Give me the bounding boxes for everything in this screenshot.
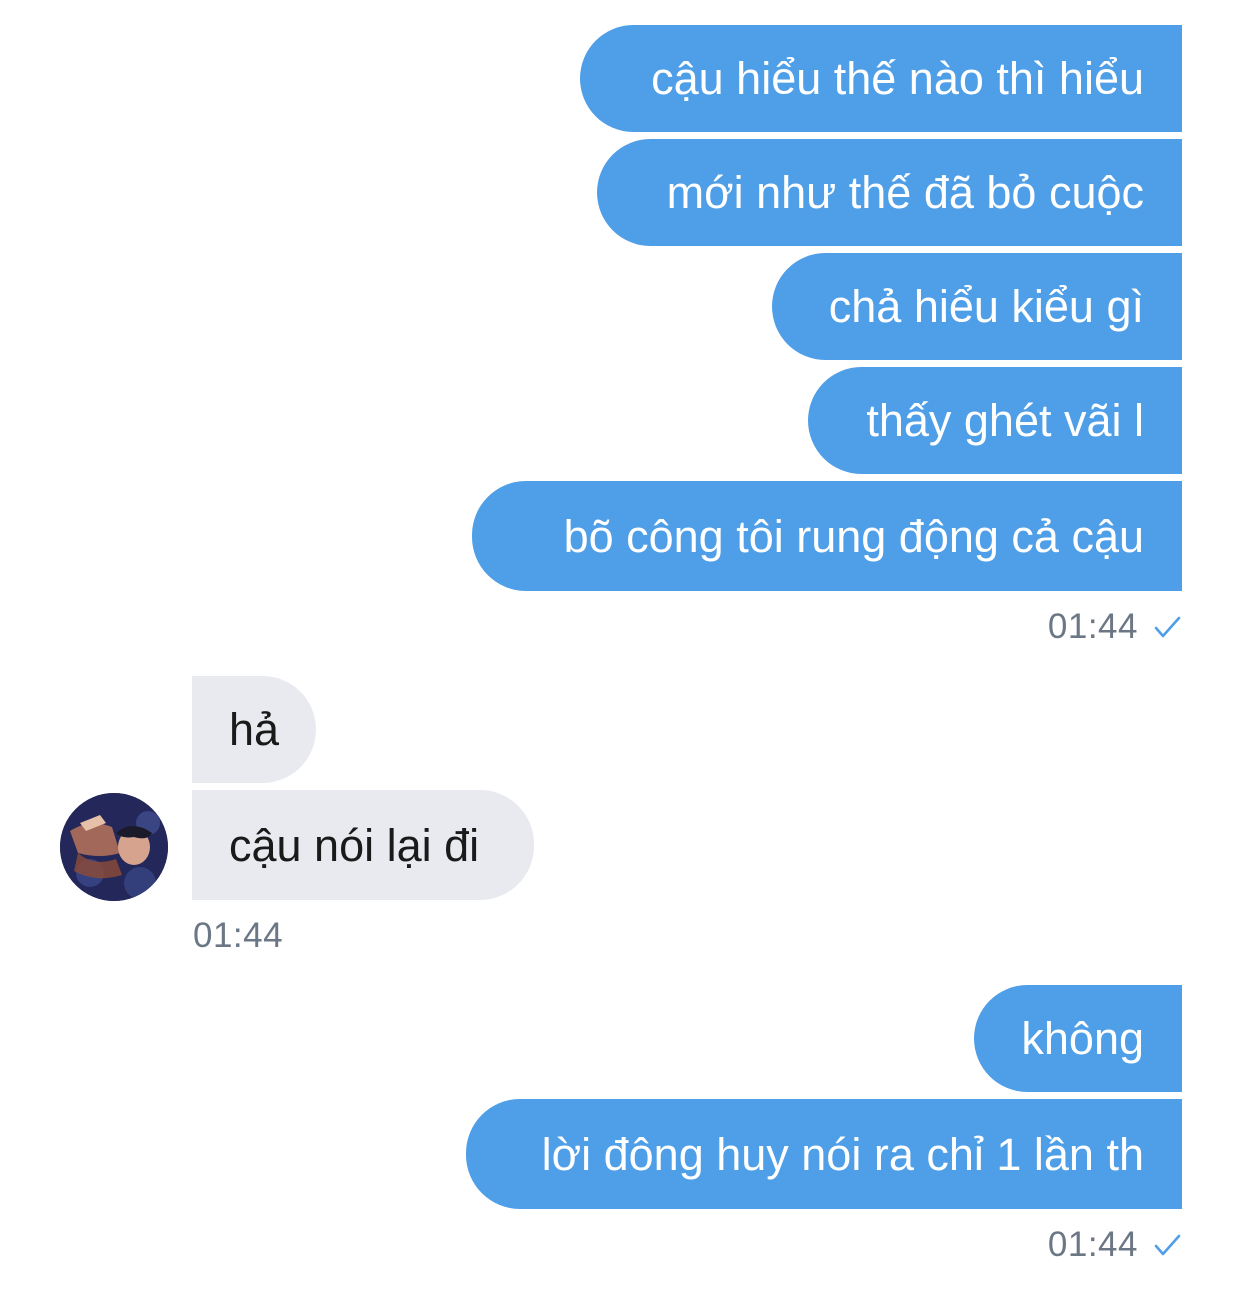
message-timestamp: 01:44 <box>1048 609 1182 644</box>
message-text: không <box>1021 1013 1144 1064</box>
outgoing-message[interactable]: không <box>974 985 1182 1092</box>
message-timestamp: 01:44 <box>193 918 283 953</box>
outgoing-message[interactable]: lời đông huy nói ra chỉ 1 lần th <box>466 1099 1182 1209</box>
avatar[interactable] <box>60 793 168 901</box>
message-text: lời đông huy nói ra chỉ 1 lần th <box>541 1128 1144 1180</box>
avatar-image <box>60 793 168 901</box>
incoming-message[interactable]: cậu nói lại đi <box>192 790 534 900</box>
message-text: hả <box>229 704 280 755</box>
message-text: chả hiểu kiểu gì <box>828 281 1144 332</box>
timestamp-text: 01:44 <box>1047 1225 1138 1264</box>
outgoing-message[interactable]: bõ công tôi rung động cả cậu <box>472 481 1182 591</box>
message-text: thấy ghét vãi l <box>866 395 1144 446</box>
outgoing-message[interactable]: mới như thế đã bỏ cuộc <box>597 139 1182 246</box>
checkmark-icon <box>1154 616 1181 637</box>
checkmark-icon <box>1154 1234 1181 1255</box>
message-timestamp: 01:44 <box>1048 1227 1182 1262</box>
outgoing-message[interactable]: cậu hiểu thế nào thì hiểu <box>580 25 1182 132</box>
outgoing-message[interactable]: thấy ghét vãi l <box>808 367 1182 474</box>
timestamp-text: 01:44 <box>193 916 284 955</box>
outgoing-message[interactable]: chả hiểu kiểu gì <box>772 253 1182 360</box>
message-text: cậu hiểu thế nào thì hiểu <box>651 53 1144 104</box>
message-text: cậu nói lại đi <box>229 819 480 871</box>
message-text: bõ công tôi rung động cả cậu <box>563 510 1144 562</box>
timestamp-text: 01:44 <box>1047 607 1138 646</box>
message-text: mới như thế đã bỏ cuộc <box>666 167 1144 218</box>
incoming-message[interactable]: hả <box>192 676 316 783</box>
